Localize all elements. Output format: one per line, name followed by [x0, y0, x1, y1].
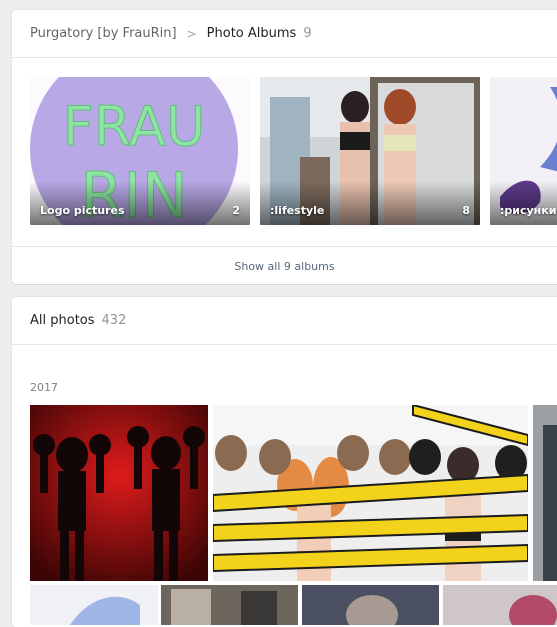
all-photos-count: 432: [101, 313, 127, 328]
page-title: Photo Albums: [206, 26, 297, 41]
photo-thumbnail[interactable]: [30, 585, 158, 625]
photo-thumbnail[interactable]: [161, 585, 298, 625]
album-lifestyle[interactable]: :lifestyle 8: [260, 77, 480, 225]
breadcrumb: Purgatory [by FrauRin] > Photo Albums 9: [12, 10, 557, 58]
all-photos-card: All photos 432 2017: [12, 297, 557, 627]
photo-thumbnail[interactable]: [533, 405, 557, 581]
albums-card: Purgatory [by FrauRin] > Photo Albums 9 …: [12, 10, 557, 284]
album-photo-count: 2: [232, 204, 240, 217]
year-label: 2017: [30, 381, 58, 394]
chevron-right-icon: >: [186, 26, 197, 41]
album-title: :рисунки: [500, 204, 557, 217]
albums-count: 9: [303, 26, 312, 41]
photo-thumbnail[interactable]: [443, 585, 557, 625]
all-photos-title: All photos: [30, 313, 95, 328]
album-photo-count: 8: [462, 204, 470, 217]
photo-thumbnail[interactable]: [213, 405, 528, 581]
album-title: :lifestyle: [270, 204, 325, 217]
album-drawings[interactable]: :рисунки: [490, 77, 557, 225]
album-title: Logo pictures: [40, 204, 125, 217]
all-photos-header: All photos 432: [12, 297, 557, 345]
album-logo-pictures[interactable]: FRAU RIN Logo pictures 2: [30, 77, 250, 225]
photo-thumbnail[interactable]: [302, 585, 439, 625]
logo-text-line1: FRAU: [63, 95, 206, 158]
albums-row: FRAU RIN Logo pictures 2: [30, 77, 557, 225]
show-all-albums-link[interactable]: Show all 9 albums: [12, 246, 557, 284]
breadcrumb-group-link[interactable]: Purgatory [by FrauRin]: [30, 26, 177, 41]
photo-thumbnail[interactable]: [30, 405, 208, 581]
